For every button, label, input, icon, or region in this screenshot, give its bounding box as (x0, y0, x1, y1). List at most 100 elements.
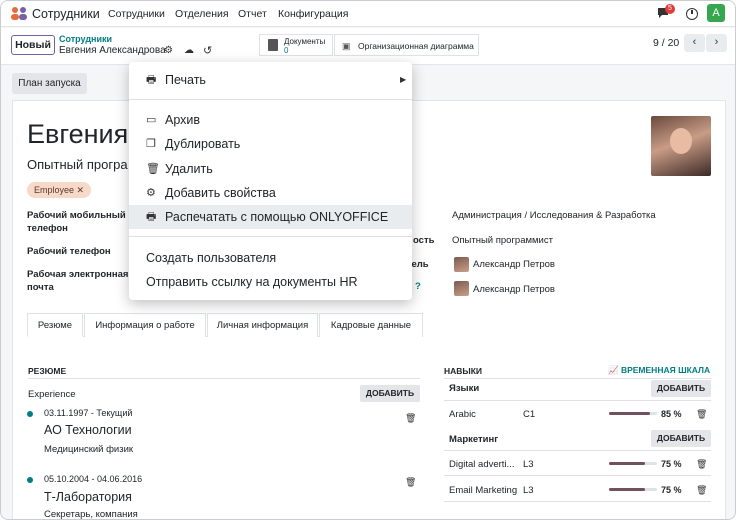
control-panel: Новый Сотрудники Евгения Александрова ⚙ … (1, 28, 735, 65)
form-tabs: Резюме Информация о работе Личная информ… (27, 313, 423, 337)
resume-entry-org[interactable]: Т-Лаборатория (44, 490, 132, 504)
menu-report[interactable]: Отчет (238, 8, 267, 20)
skill-name[interactable]: Digital adverti... (449, 459, 514, 470)
skills-divider (444, 501, 711, 502)
resume-entry-org[interactable]: АО Технологии (44, 423, 132, 437)
skill-progress-bar (609, 488, 657, 491)
breadcrumb-parent[interactable]: Сотрудники (59, 34, 112, 44)
chat-badge: 5 (665, 4, 675, 14)
timeline-link[interactable]: 📈 ВРЕМЕННАЯ ШКАЛА (608, 365, 710, 376)
trash-icon[interactable]: 🗑 (696, 409, 707, 420)
tab-work-info[interactable]: Информация о работе (84, 313, 206, 337)
skills-divider (444, 378, 711, 379)
menu-item-create-user[interactable]: Создать пользователя (129, 246, 412, 270)
skill-level: L3 (523, 459, 534, 470)
employee-job-title[interactable]: Опытный програ (27, 157, 128, 172)
user-avatar[interactable]: A (707, 4, 725, 22)
resume-add-button[interactable]: ДОБАВИТЬ (360, 385, 420, 402)
menu-item-delete[interactable]: 🗑 Удалить (129, 157, 412, 181)
app-window: Сотрудники Сотрудники Отделения Отчет Ко… (0, 0, 736, 520)
skill-percent: 75 % (661, 459, 682, 469)
trash-icon[interactable]: 🗑 (405, 477, 416, 488)
menu-item-send-hr-link[interactable]: Отправить ссылку на документы HR (129, 270, 412, 294)
gear-icon[interactable]: ⚙ (164, 45, 173, 56)
resume-section-title: РЕЗЮМЕ (28, 366, 67, 376)
skill-group-languages: Языки (449, 383, 480, 394)
gears-icon: ⚙ (146, 187, 156, 199)
pager-prev-icon[interactable]: ‹ (684, 34, 705, 52)
employee-name[interactable]: Евгения (27, 119, 128, 150)
coach-avatar (454, 281, 469, 296)
resume-divider (28, 378, 420, 379)
menu-item-print-onlyoffice[interactable]: 🖶 Распечатать с помощью ONLYOFFICE (129, 205, 412, 229)
documents-smart-button[interactable]: Документы 0 (259, 34, 333, 56)
trash-icon[interactable]: 🗑 (696, 459, 707, 470)
skill-progress-bar (609, 462, 657, 465)
menu-item-label: Печать (165, 73, 206, 87)
menu-employees[interactable]: Сотрудники (108, 8, 165, 20)
skills-add-button[interactable]: ДОБАВИТЬ (651, 380, 711, 397)
skill-group-marketing: Маркетинг (449, 434, 499, 445)
cloud-save-icon[interactable]: ☁ (184, 45, 194, 56)
menu-item-label: Удалить (165, 162, 213, 176)
menu-item-label: Отправить ссылку на документы HR (146, 275, 358, 289)
field-manager[interactable]: Александр Петров (473, 259, 555, 270)
document-icon (268, 39, 278, 51)
menu-item-archive[interactable]: ▭ Архив (129, 108, 412, 132)
menu-item-label: Создать пользователя (146, 251, 277, 265)
app-brand[interactable]: Сотрудники (32, 7, 100, 21)
menu-divider (129, 99, 412, 100)
employee-tag[interactable]: Employee ✕ (27, 182, 92, 198)
copy-icon: ❐ (146, 138, 156, 150)
tab-resume[interactable]: Резюме (27, 313, 83, 337)
skill-percent: 75 % (661, 485, 682, 495)
activity-clock-icon[interactable] (686, 8, 698, 20)
field-department[interactable]: Администрация / Исследования & Разработк… (452, 210, 656, 221)
skill-progress-bar (609, 412, 657, 415)
employee-photo[interactable] (651, 116, 711, 176)
trash-icon[interactable]: 🗑 (405, 413, 416, 424)
pager-next-icon[interactable]: › (706, 34, 727, 52)
field-label-position: ость (413, 235, 435, 246)
manager-avatar (454, 257, 469, 272)
resume-entry-role: Медицинский физик (44, 444, 134, 455)
field-coach[interactable]: Александр Петров (473, 284, 555, 295)
tab-hr-settings[interactable]: Кадровые данные (319, 313, 423, 337)
tab-personal-info[interactable]: Личная информация (207, 313, 318, 337)
top-navbar: Сотрудники Сотрудники Отделения Отчет Ко… (1, 1, 735, 27)
menu-item-duplicate[interactable]: ❐ Дублировать (129, 132, 412, 156)
skill-level: C1 (523, 409, 536, 420)
printer-icon: 🖶 (146, 211, 157, 223)
action-dropdown-menu: 🖶 Печать ▶ ▭ Архив ❐ Дублировать 🗑 Удали… (129, 62, 412, 300)
skills-divider (444, 400, 711, 401)
timeline-dot (27, 477, 33, 483)
app-logo-icon[interactable] (10, 6, 28, 21)
field-label-coach-help: ? (415, 281, 421, 292)
skills-divider (444, 450, 711, 451)
undo-icon[interactable]: ↺ (203, 44, 212, 57)
launch-plan-button[interactable]: План запуска (12, 73, 87, 94)
timeline-label: ВРЕМЕННАЯ ШКАЛА (620, 365, 711, 375)
menu-item-add-properties[interactable]: ⚙ Добавить свойства (129, 181, 412, 205)
org-chart-smart-button[interactable]: ▣ Организационная диаграмма (334, 34, 479, 56)
menu-departments[interactable]: Отделения (175, 8, 229, 20)
trash-icon[interactable]: 🗑 (696, 485, 707, 496)
menu-configuration[interactable]: Конфигурация (278, 8, 348, 20)
resume-entry-dates: 03.11.1997 - Текущий (44, 408, 133, 418)
menu-item-label: Дублировать (165, 137, 241, 151)
documents-count: 0 (284, 46, 289, 55)
pager-value[interactable]: 9 / 20 (653, 37, 679, 49)
skill-name[interactable]: Arabic (449, 409, 476, 420)
skill-name[interactable]: Email Marketing (449, 485, 517, 496)
field-label-work-phone: Рабочий телефон (27, 246, 111, 257)
skills-section-title: НАВЫКИ (444, 366, 483, 376)
menu-item-print[interactable]: 🖶 Печать ▶ (129, 68, 412, 92)
new-button[interactable]: Новый (11, 35, 55, 55)
resume-entry-dates: 05.10.2004 - 04.06.2016 (44, 474, 143, 484)
trash-icon: 🗑 (146, 163, 160, 175)
skills-add-button[interactable]: ДОБАВИТЬ (651, 430, 711, 447)
field-job-position[interactable]: Опытный программист (452, 235, 553, 246)
org-chart-icon: ▣ (342, 41, 351, 51)
timeline-dot (27, 411, 33, 417)
resume-entry-role: Секретарь, компания (44, 509, 138, 520)
